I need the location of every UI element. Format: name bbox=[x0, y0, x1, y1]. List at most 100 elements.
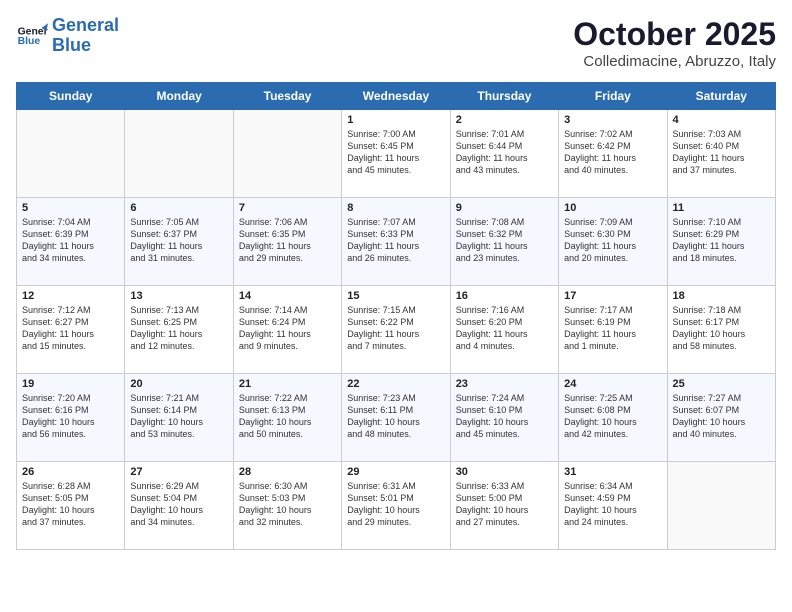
day-header-sunday: Sunday bbox=[17, 83, 125, 110]
calendar-table: SundayMondayTuesdayWednesdayThursdayFrid… bbox=[16, 82, 776, 550]
day-details: Sunrise: 7:09 AMSunset: 6:30 PMDaylight:… bbox=[564, 216, 661, 265]
calendar-cell: 19 Sunrise: 7:20 AMSunset: 6:16 PMDayligh… bbox=[17, 374, 125, 462]
calendar-cell: 12 Sunrise: 7:12 AMSunset: 6:27 PMDayligh… bbox=[17, 286, 125, 374]
day-number: 9 bbox=[456, 202, 553, 214]
calendar-cell: 27 Sunrise: 6:29 AMSunset: 5:04 PMDayligh… bbox=[125, 462, 233, 550]
calendar-cell bbox=[125, 110, 233, 198]
calendar-cell: 23Sunrise: 7:24 AMSunset: 6:10 PMDayligh… bbox=[450, 374, 558, 462]
day-number: 31 bbox=[564, 466, 661, 478]
day-details: Sunrise: 7:08 AMSunset: 6:32 PMDaylight:… bbox=[456, 216, 553, 265]
calendar-cell: 9 Sunrise: 7:08 AMSunset: 6:32 PMDaylight… bbox=[450, 198, 558, 286]
month-title: October 2025 bbox=[573, 16, 776, 53]
day-details: Sunrise: 7:01 AMSunset: 6:44 PMDaylight:… bbox=[456, 128, 553, 177]
week-row-2: 5 Sunrise: 7:04 AMSunset: 6:39 PMDaylight… bbox=[17, 198, 776, 286]
day-number: 18 bbox=[673, 290, 770, 302]
calendar-cell bbox=[233, 110, 341, 198]
title-block: October 2025 Colledimacine, Abruzzo, Ita… bbox=[573, 16, 776, 70]
day-details: Sunrise: 7:10 AMSunset: 6:29 PMDaylight:… bbox=[673, 216, 770, 265]
calendar-cell: 4 Sunrise: 7:03 AMSunset: 6:40 PMDaylight… bbox=[667, 110, 775, 198]
day-details: Sunrise: 7:12 AMSunset: 6:27 PMDaylight:… bbox=[22, 304, 119, 353]
day-number: 29 bbox=[347, 466, 444, 478]
week-row-3: 12 Sunrise: 7:12 AMSunset: 6:27 PMDayligh… bbox=[17, 286, 776, 374]
week-row-1: 1 Sunrise: 7:00 AMSunset: 6:45 PMDaylight… bbox=[17, 110, 776, 198]
day-number: 8 bbox=[347, 202, 444, 214]
day-number: 13 bbox=[130, 290, 227, 302]
day-number: 14 bbox=[239, 290, 336, 302]
day-number: 17 bbox=[564, 290, 661, 302]
calendar-cell: 6Sunrise: 7:05 AMSunset: 6:37 PMDaylight… bbox=[125, 198, 233, 286]
day-details: Sunrise: 7:03 AMSunset: 6:40 PMDaylight:… bbox=[673, 128, 770, 177]
page-header: General Blue GeneralBlue October 2025 Co… bbox=[16, 16, 776, 70]
day-details: Sunrise: 7:05 AMSunset: 6:37 PMDaylight:… bbox=[130, 216, 227, 265]
day-details: Sunrise: 7:21 AMSunset: 6:14 PMDaylight:… bbox=[130, 392, 227, 441]
day-number: 3 bbox=[564, 114, 661, 126]
day-header-row: SundayMondayTuesdayWednesdayThursdayFrid… bbox=[17, 83, 776, 110]
day-number: 10 bbox=[564, 202, 661, 214]
week-row-4: 19 Sunrise: 7:20 AMSunset: 6:16 PMDayligh… bbox=[17, 374, 776, 462]
calendar-cell: 16Sunrise: 7:16 AMSunset: 6:20 PMDayligh… bbox=[450, 286, 558, 374]
day-details: Sunrise: 6:33 AMSunset: 5:00 PMDaylight:… bbox=[456, 480, 553, 529]
day-header-saturday: Saturday bbox=[667, 83, 775, 110]
calendar-cell: 24 Sunrise: 7:25 AMSunset: 6:08 PMDayligh… bbox=[559, 374, 667, 462]
day-details: Sunrise: 7:15 AMSunset: 6:22 PMDaylight:… bbox=[347, 304, 444, 353]
day-number: 30 bbox=[456, 466, 553, 478]
calendar-cell: 28 Sunrise: 6:30 AMSunset: 5:03 PMDayligh… bbox=[233, 462, 341, 550]
day-details: Sunrise: 6:31 AMSunset: 5:01 PMDaylight:… bbox=[347, 480, 444, 529]
calendar-cell: 26 Sunrise: 6:28 AMSunset: 5:05 PMDayligh… bbox=[17, 462, 125, 550]
day-details: Sunrise: 7:24 AMSunset: 6:10 PMDaylight:… bbox=[456, 392, 553, 441]
day-details: Sunrise: 6:34 AMSunset: 4:59 PMDaylight:… bbox=[564, 480, 661, 529]
day-details: Sunrise: 7:22 AMSunset: 6:13 PMDaylight:… bbox=[239, 392, 336, 441]
day-number: 22 bbox=[347, 378, 444, 390]
day-number: 26 bbox=[22, 466, 119, 478]
calendar-cell: 1 Sunrise: 7:00 AMSunset: 6:45 PMDaylight… bbox=[342, 110, 450, 198]
day-number: 21 bbox=[239, 378, 336, 390]
day-details: Sunrise: 7:06 AMSunset: 6:35 PMDaylight:… bbox=[239, 216, 336, 265]
calendar-cell: 8 Sunrise: 7:07 AMSunset: 6:33 PMDaylight… bbox=[342, 198, 450, 286]
day-number: 4 bbox=[673, 114, 770, 126]
day-number: 20 bbox=[130, 378, 227, 390]
logo-text: GeneralBlue bbox=[52, 16, 119, 56]
day-number: 1 bbox=[347, 114, 444, 126]
day-details: Sunrise: 7:14 AMSunset: 6:24 PMDaylight:… bbox=[239, 304, 336, 353]
day-number: 25 bbox=[673, 378, 770, 390]
logo-icon: General Blue bbox=[16, 20, 48, 52]
day-number: 24 bbox=[564, 378, 661, 390]
day-details: Sunrise: 7:02 AMSunset: 6:42 PMDaylight:… bbox=[564, 128, 661, 177]
day-number: 2 bbox=[456, 114, 553, 126]
day-number: 28 bbox=[239, 466, 336, 478]
day-details: Sunrise: 7:18 AMSunset: 6:17 PMDaylight:… bbox=[673, 304, 770, 353]
day-header-tuesday: Tuesday bbox=[233, 83, 341, 110]
day-details: Sunrise: 7:20 AMSunset: 6:16 PMDaylight:… bbox=[22, 392, 119, 441]
day-number: 27 bbox=[130, 466, 227, 478]
calendar-cell: 13 Sunrise: 7:13 AMSunset: 6:25 PMDayligh… bbox=[125, 286, 233, 374]
day-details: Sunrise: 6:29 AMSunset: 5:04 PMDaylight:… bbox=[130, 480, 227, 529]
calendar-cell: 25 Sunrise: 7:27 AMSunset: 6:07 PMDayligh… bbox=[667, 374, 775, 462]
day-details: Sunrise: 7:04 AMSunset: 6:39 PMDaylight:… bbox=[22, 216, 119, 265]
calendar-cell: 14 Sunrise: 7:14 AMSunset: 6:24 PMDayligh… bbox=[233, 286, 341, 374]
svg-text:Blue: Blue bbox=[18, 36, 41, 47]
day-header-friday: Friday bbox=[559, 83, 667, 110]
calendar-cell: 22 Sunrise: 7:23 AMSunset: 6:11 PMDayligh… bbox=[342, 374, 450, 462]
week-row-5: 26 Sunrise: 6:28 AMSunset: 5:05 PMDayligh… bbox=[17, 462, 776, 550]
day-details: Sunrise: 7:25 AMSunset: 6:08 PMDaylight:… bbox=[564, 392, 661, 441]
day-number: 19 bbox=[22, 378, 119, 390]
calendar-cell: 2 Sunrise: 7:01 AMSunset: 6:44 PMDaylight… bbox=[450, 110, 558, 198]
day-number: 15 bbox=[347, 290, 444, 302]
day-details: Sunrise: 7:16 AMSunset: 6:20 PMDaylight:… bbox=[456, 304, 553, 353]
day-details: Sunrise: 7:07 AMSunset: 6:33 PMDaylight:… bbox=[347, 216, 444, 265]
day-number: 5 bbox=[22, 202, 119, 214]
logo: General Blue GeneralBlue bbox=[16, 16, 119, 56]
day-number: 12 bbox=[22, 290, 119, 302]
calendar-cell: 11 Sunrise: 7:10 AMSunset: 6:29 PMDayligh… bbox=[667, 198, 775, 286]
day-details: Sunrise: 7:23 AMSunset: 6:11 PMDaylight:… bbox=[347, 392, 444, 441]
calendar-cell: 30 Sunrise: 6:33 AMSunset: 5:00 PMDayligh… bbox=[450, 462, 558, 550]
calendar-cell: 29 Sunrise: 6:31 AMSunset: 5:01 PMDayligh… bbox=[342, 462, 450, 550]
day-details: Sunrise: 6:30 AMSunset: 5:03 PMDaylight:… bbox=[239, 480, 336, 529]
day-header-wednesday: Wednesday bbox=[342, 83, 450, 110]
day-details: Sunrise: 7:13 AMSunset: 6:25 PMDaylight:… bbox=[130, 304, 227, 353]
day-details: Sunrise: 7:00 AMSunset: 6:45 PMDaylight:… bbox=[347, 128, 444, 177]
calendar-cell: 10 Sunrise: 7:09 AMSunset: 6:30 PMDayligh… bbox=[559, 198, 667, 286]
day-details: Sunrise: 7:27 AMSunset: 6:07 PMDaylight:… bbox=[673, 392, 770, 441]
day-number: 11 bbox=[673, 202, 770, 214]
day-details: Sunrise: 6:28 AMSunset: 5:05 PMDaylight:… bbox=[22, 480, 119, 529]
